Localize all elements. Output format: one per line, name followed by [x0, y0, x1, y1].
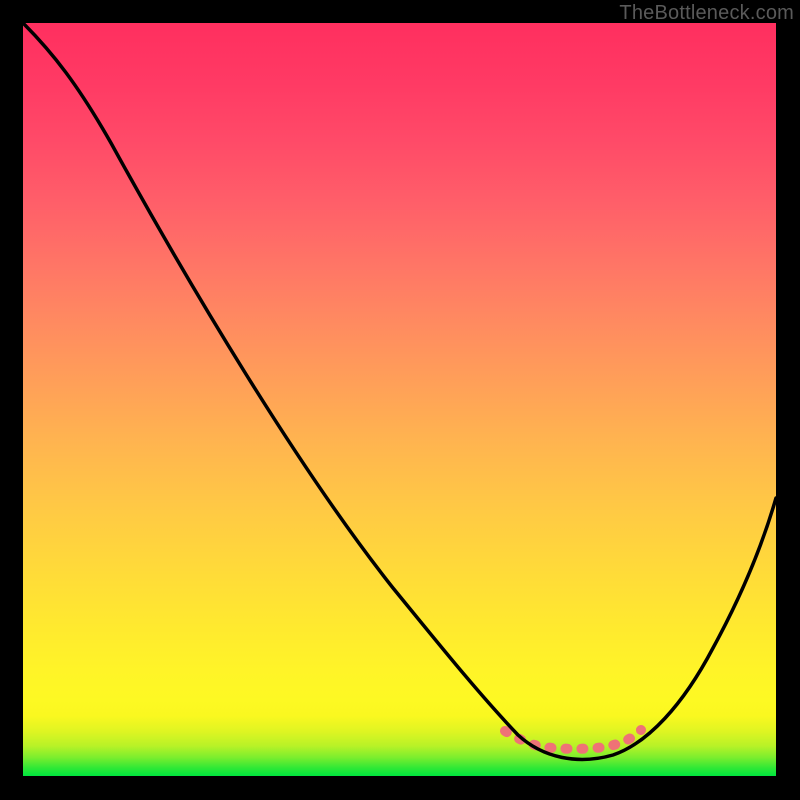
chart-frame: TheBottleneck.com	[0, 0, 800, 800]
chart-svg	[23, 23, 776, 776]
watermark-text: TheBottleneck.com	[619, 2, 794, 25]
main-curve-line	[23, 23, 776, 759]
chart-plot-area	[23, 23, 776, 776]
